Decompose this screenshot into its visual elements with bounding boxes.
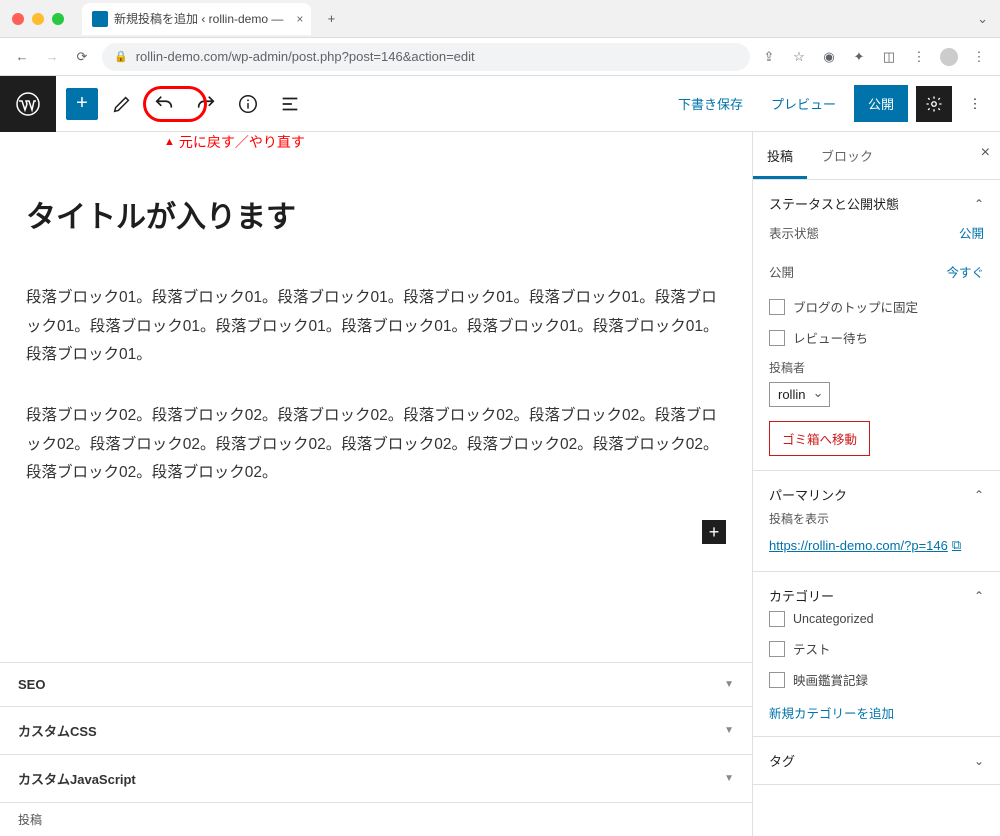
browser-more-icon[interactable]: ⋮ — [970, 48, 988, 66]
permalink-url[interactable]: https://rollin-demo.com/?p=146⧉ — [769, 533, 961, 557]
tab-title: 新規投稿を追加 ‹ rollin-demo — — [114, 10, 283, 27]
paragraph-block[interactable]: 段落ブロック02。段落ブロック02。段落ブロック02。段落ブロック02。段落ブロ… — [26, 402, 726, 488]
chevron-down-icon: ▼ — [724, 725, 734, 736]
panel-permalink-header[interactable]: パーマリンク⌃ — [769, 485, 984, 504]
url-bar[interactable]: 🔒 rollin-demo.com/wp-admin/post.php?post… — [102, 43, 750, 71]
back-button[interactable]: ← — [12, 47, 32, 67]
panel-tags: タグ⌄ — [753, 737, 1000, 785]
close-window-icon[interactable] — [12, 13, 24, 25]
settings-sidebar: 投稿 ブロック × ステータスと公開状態⌃ 表示状態公開 公開今すぐ ブログのト… — [752, 76, 1000, 836]
more-options-button[interactable]: ⋮ — [960, 96, 990, 112]
menu-icon[interactable]: ⋮ — [910, 48, 928, 66]
new-tab-button[interactable]: + — [317, 5, 345, 33]
browser-tab[interactable]: 新規投稿を追加 ‹ rollin-demo — × — [82, 3, 311, 35]
meta-panel-seo[interactable]: SEO▼ — [0, 662, 752, 706]
wordpress-logo[interactable] — [0, 76, 56, 132]
url-text: rollin-demo.com/wp-admin/post.php?post=1… — [136, 49, 475, 64]
panel-tags-header[interactable]: タグ⌄ — [769, 751, 984, 770]
row-visibility: 表示状態公開 — [769, 213, 984, 252]
publish-button[interactable]: 公開 — [854, 85, 908, 122]
chevron-up-icon: ⌃ — [974, 197, 984, 211]
sidebar-tabs: 投稿 ブロック × — [753, 132, 1000, 180]
checkbox-sticky[interactable]: ブログのトップに固定 — [769, 291, 984, 322]
panel-status-header[interactable]: ステータスと公開状態⌃ — [769, 194, 984, 213]
wordpress-icon — [16, 92, 40, 116]
meta-panel-js[interactable]: カスタムJavaScript▼ — [0, 754, 752, 802]
profile-icon[interactable] — [940, 48, 958, 66]
edit-mode-button[interactable] — [104, 86, 140, 122]
chevron-down-icon: ▼ — [724, 773, 734, 784]
panel-categories: カテゴリー⌃ Uncategorized テスト 映画鑑賞記録 新規カテゴリーを… — [753, 572, 1000, 737]
panel-permalink: パーマリンク⌃ 投稿を表示 https://rollin-demo.com/?p… — [753, 471, 1000, 572]
post-title[interactable]: タイトルが入ります — [26, 192, 726, 236]
checkbox-pending[interactable]: レビュー待ち — [769, 322, 984, 353]
trash-button[interactable]: ゴミ箱へ移動 — [769, 421, 870, 456]
add-block-button[interactable]: + — [66, 88, 98, 120]
permalink-label: 投稿を表示 — [769, 504, 984, 533]
lock-icon: 🔒 — [114, 50, 128, 63]
share-icon[interactable]: ⇪ — [760, 48, 778, 66]
window-controls — [12, 13, 64, 25]
paragraph-block[interactable]: 段落ブロック01。段落ブロック01。段落ブロック01。段落ブロック01。段落ブロ… — [26, 284, 726, 370]
camera-icon[interactable]: ◉ — [820, 48, 838, 66]
favicon-icon — [92, 11, 108, 27]
chevron-down-icon: ▼ — [724, 679, 734, 690]
row-publish: 公開今すぐ — [769, 252, 984, 291]
sidebar-close-button[interactable]: × — [981, 144, 990, 162]
extensions-icon[interactable]: ✦ — [850, 48, 868, 66]
browser-toolbar: ← → ⟳ 🔒 rollin-demo.com/wp-admin/post.ph… — [0, 38, 1000, 76]
star-icon[interactable]: ☆ — [790, 48, 808, 66]
browser-tab-strip: 新規投稿を追加 ‹ rollin-demo — × + ⌄ — [0, 0, 1000, 38]
tab-overflow-icon[interactable]: ⌄ — [977, 11, 988, 27]
meta-footer: 投稿 — [0, 802, 752, 836]
editor-canvas: タイトルが入ります 段落ブロック01。段落ブロック01。段落ブロック01。段落ブ… — [0, 76, 752, 836]
redo-button[interactable] — [188, 86, 224, 122]
panel-status: ステータスと公開状態⌃ 表示状態公開 公開今すぐ ブログのトップに固定 レビュー… — [753, 180, 1000, 471]
checkbox-icon — [769, 330, 785, 346]
checkbox-icon — [769, 299, 785, 315]
undo-button[interactable] — [146, 86, 182, 122]
preview-button[interactable]: プレビュー — [761, 86, 846, 121]
add-category-link[interactable]: 新規カテゴリーを追加 — [769, 695, 894, 722]
tab-close-icon[interactable]: × — [296, 12, 303, 26]
block-inserter-button[interactable]: + — [702, 520, 726, 544]
editor-toolbar: + 下書き保存 プレビュー 公開 ⋮ — [0, 76, 1000, 132]
settings-button[interactable] — [916, 86, 952, 122]
category-item[interactable]: 映画鑑賞記録 — [769, 664, 984, 695]
category-item[interactable]: テスト — [769, 633, 984, 664]
minimize-window-icon[interactable] — [32, 13, 44, 25]
chevron-up-icon: ⌃ — [974, 589, 984, 603]
author-label: 投稿者 — [769, 359, 984, 376]
outline-button[interactable] — [272, 86, 308, 122]
chevron-up-icon: ⌃ — [974, 488, 984, 502]
panel-categories-header[interactable]: カテゴリー⌃ — [769, 586, 984, 605]
external-link-icon: ⧉ — [952, 537, 961, 553]
checkbox-icon — [769, 611, 785, 627]
category-item[interactable]: Uncategorized — [769, 605, 984, 633]
gear-icon — [925, 95, 943, 113]
visibility-value[interactable]: 公開 — [959, 223, 984, 242]
chevron-down-icon: ⌄ — [974, 754, 984, 768]
checkbox-icon — [769, 672, 785, 688]
tab-post[interactable]: 投稿 — [753, 132, 807, 179]
publish-value[interactable]: 今すぐ — [946, 262, 984, 281]
meta-panel-css[interactable]: カスタムCSS▼ — [0, 706, 752, 754]
ext2-icon[interactable]: ◫ — [880, 48, 898, 66]
save-draft-button[interactable]: 下書き保存 — [668, 86, 753, 121]
forward-button[interactable]: → — [42, 47, 62, 67]
author-select[interactable]: rollin — [769, 382, 830, 407]
info-button[interactable] — [230, 86, 266, 122]
checkbox-icon — [769, 641, 785, 657]
reload-button[interactable]: ⟳ — [72, 47, 92, 67]
maximize-window-icon[interactable] — [52, 13, 64, 25]
tab-block[interactable]: ブロック — [807, 132, 887, 179]
